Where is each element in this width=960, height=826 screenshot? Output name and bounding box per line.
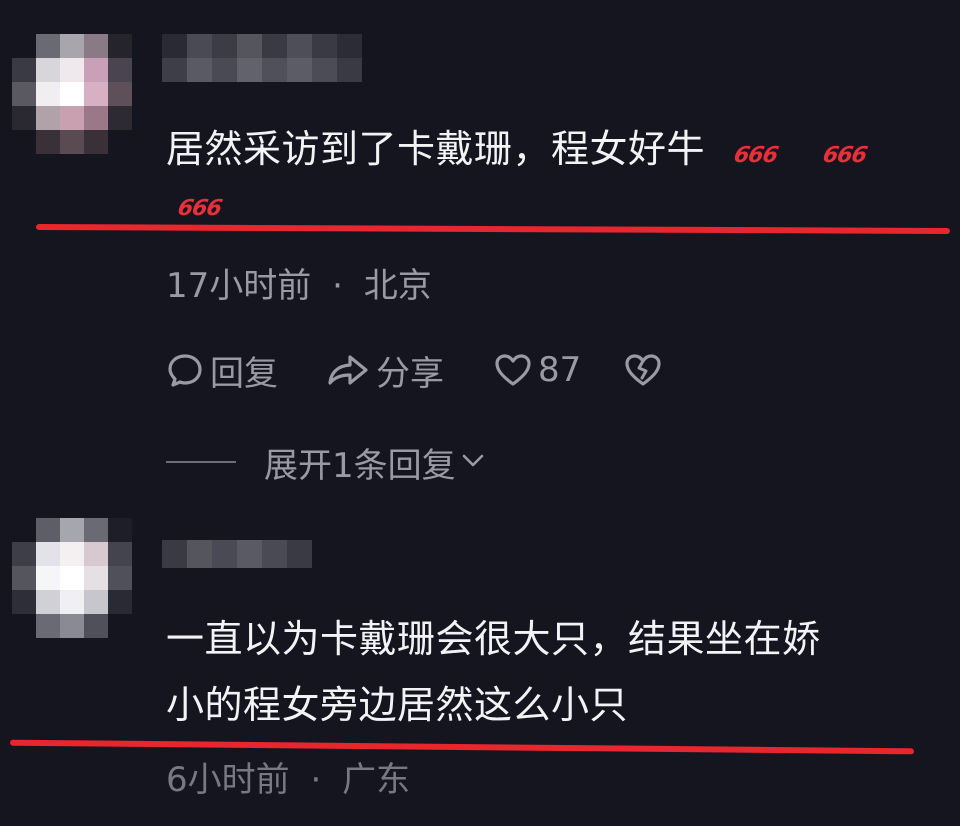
comment-bubble-icon <box>166 351 204 389</box>
like-button[interactable]: 87 <box>494 348 581 392</box>
emoji-666-wrap: 666 <box>175 196 224 221</box>
chevron-down-icon <box>460 442 486 482</box>
share-button[interactable]: 分享 <box>326 348 444 394</box>
meta-separator: · <box>310 760 322 800</box>
avatar[interactable] <box>12 34 132 154</box>
comment-text-line-2: 小的程女旁边居然这么小只 <box>166 683 629 727</box>
share-arrow-icon <box>326 351 370 389</box>
reply-button[interactable]: 回复 <box>166 348 278 394</box>
comment-meta: 6小时前 · 广东 <box>166 752 410 801</box>
comment-text: 居然采访到了卡戴珊，程女好牛 666 666 <box>166 124 869 181</box>
comment-time: 6小时前 <box>166 760 290 800</box>
emoji-666-icon: 666 <box>731 143 780 168</box>
emoji-666-icon: 666 <box>820 143 869 168</box>
comment-location: 北京 <box>363 266 432 306</box>
username[interactable] <box>162 540 312 568</box>
expand-replies-button[interactable]: 展开1条回复 <box>166 440 486 486</box>
username[interactable] <box>162 34 362 82</box>
comment-time: 17小时前 <box>166 266 312 306</box>
comment-text-line-1: 一直以为卡戴珊会很大只，结果坐在娇 <box>166 617 821 661</box>
heart-icon <box>494 351 532 389</box>
reply-label: 回复 <box>210 353 278 394</box>
red-underline <box>9 739 915 755</box>
divider <box>166 461 236 463</box>
dislike-button[interactable] <box>624 348 662 392</box>
broken-heart-icon <box>624 351 662 389</box>
expand-replies-label: 展开1条回复 <box>264 445 456 486</box>
emoji-666-icon: 666 <box>175 196 224 221</box>
comment-location: 广东 <box>342 760 411 800</box>
meta-separator: · <box>332 266 343 306</box>
red-underline <box>35 224 951 234</box>
avatar[interactable] <box>12 518 132 638</box>
comment-text-body: 居然采访到了卡戴珊，程女好牛 <box>166 127 706 171</box>
comment-meta: 17小时前 · 北京 <box>166 258 432 307</box>
share-label: 分享 <box>376 353 444 394</box>
like-count: 87 <box>538 350 582 390</box>
